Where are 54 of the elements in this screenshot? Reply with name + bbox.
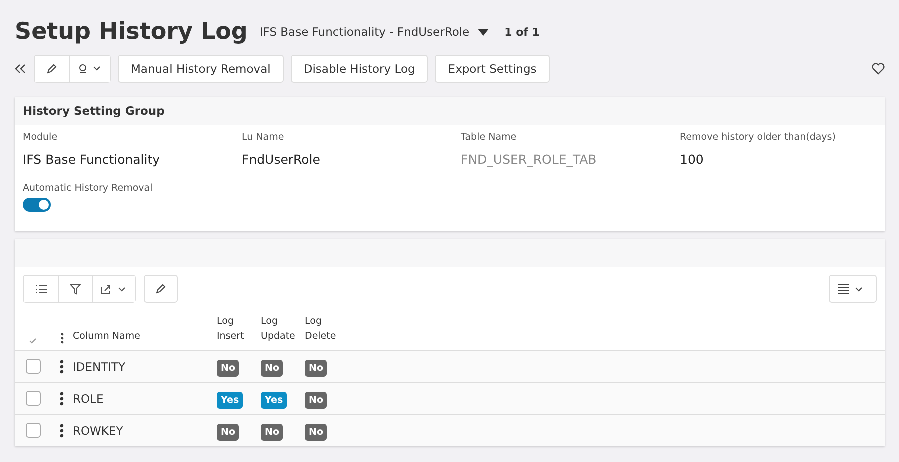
status-badge: No — [305, 360, 328, 377]
pencil-icon — [156, 284, 166, 294]
kebab-menu-icon[interactable] — [60, 392, 64, 406]
export-button[interactable] — [92, 276, 135, 302]
edit-button[interactable] — [144, 275, 178, 303]
toolbar-button[interactable]: Export Settings — [435, 55, 550, 83]
select-all-icon[interactable] — [29, 338, 37, 344]
column-header[interactable]: Column Name — [73, 329, 217, 344]
status-badge: No — [305, 392, 328, 409]
kebab-menu-icon[interactable] — [60, 360, 64, 374]
export-dropdown-icon — [101, 284, 127, 294]
group-title: History Setting Group — [23, 104, 165, 118]
filter-icon — [70, 284, 81, 294]
pencil-icon — [47, 64, 57, 74]
status-badge: No — [261, 424, 284, 441]
row-checkbox[interactable] — [26, 423, 40, 438]
field-value: IFS Base Functionality — [23, 152, 162, 167]
row-checkbox[interactable] — [26, 391, 40, 406]
column-header[interactable]: Log Insert — [217, 314, 256, 344]
field-value: FndUserRole — [242, 152, 322, 167]
field-label: Automatic History Removal — [23, 183, 154, 194]
table-cell-text: ROLE — [73, 392, 105, 406]
toolbar-button[interactable]: Manual History Removal — [118, 55, 284, 83]
status-badge: Yes — [261, 392, 288, 409]
collapse-icon[interactable] — [15, 64, 27, 74]
page-title: Setup History Log — [15, 19, 248, 45]
status-badge: No — [217, 360, 240, 377]
status-badge: No — [305, 424, 328, 441]
table-cell-text: ROWKEY — [73, 424, 124, 438]
favorite-heart-icon[interactable] — [872, 63, 885, 75]
kebab-menu-icon[interactable] — [60, 424, 64, 438]
toggle-switch[interactable] — [23, 198, 51, 212]
row-checkbox[interactable] — [26, 359, 40, 374]
column-header[interactable]: Log Delete — [305, 314, 344, 344]
status-badge: No — [217, 424, 240, 441]
status-badge: Yes — [217, 392, 244, 409]
status-badge: No — [261, 360, 284, 377]
table-cell-text: IDENTITY — [73, 360, 127, 374]
field-label: Module — [23, 132, 59, 143]
record-selector[interactable]: IFS Base Functionality - FndUserRole — [260, 25, 470, 39]
list-icon — [36, 284, 46, 294]
toolbar-button[interactable]: Disable History Log — [290, 55, 428, 83]
view-options-button[interactable] — [829, 275, 877, 303]
field-value: FND_USER_ROLE_TAB — [461, 152, 598, 167]
field-label: Table Name — [461, 132, 518, 143]
field-label: Remove history older than(days) — [680, 132, 836, 143]
record-actions-button[interactable] — [69, 56, 110, 82]
column-header[interactable]: Log Update — [261, 314, 300, 344]
dropdown-caret-icon[interactable] — [478, 28, 489, 36]
person-dropdown-icon — [78, 64, 102, 74]
record-pager: 1 of 1 — [504, 26, 540, 38]
field-label: Lu Name — [242, 132, 286, 143]
kebab-menu-icon[interactable] — [60, 333, 64, 344]
field-value: 100 — [680, 152, 705, 167]
